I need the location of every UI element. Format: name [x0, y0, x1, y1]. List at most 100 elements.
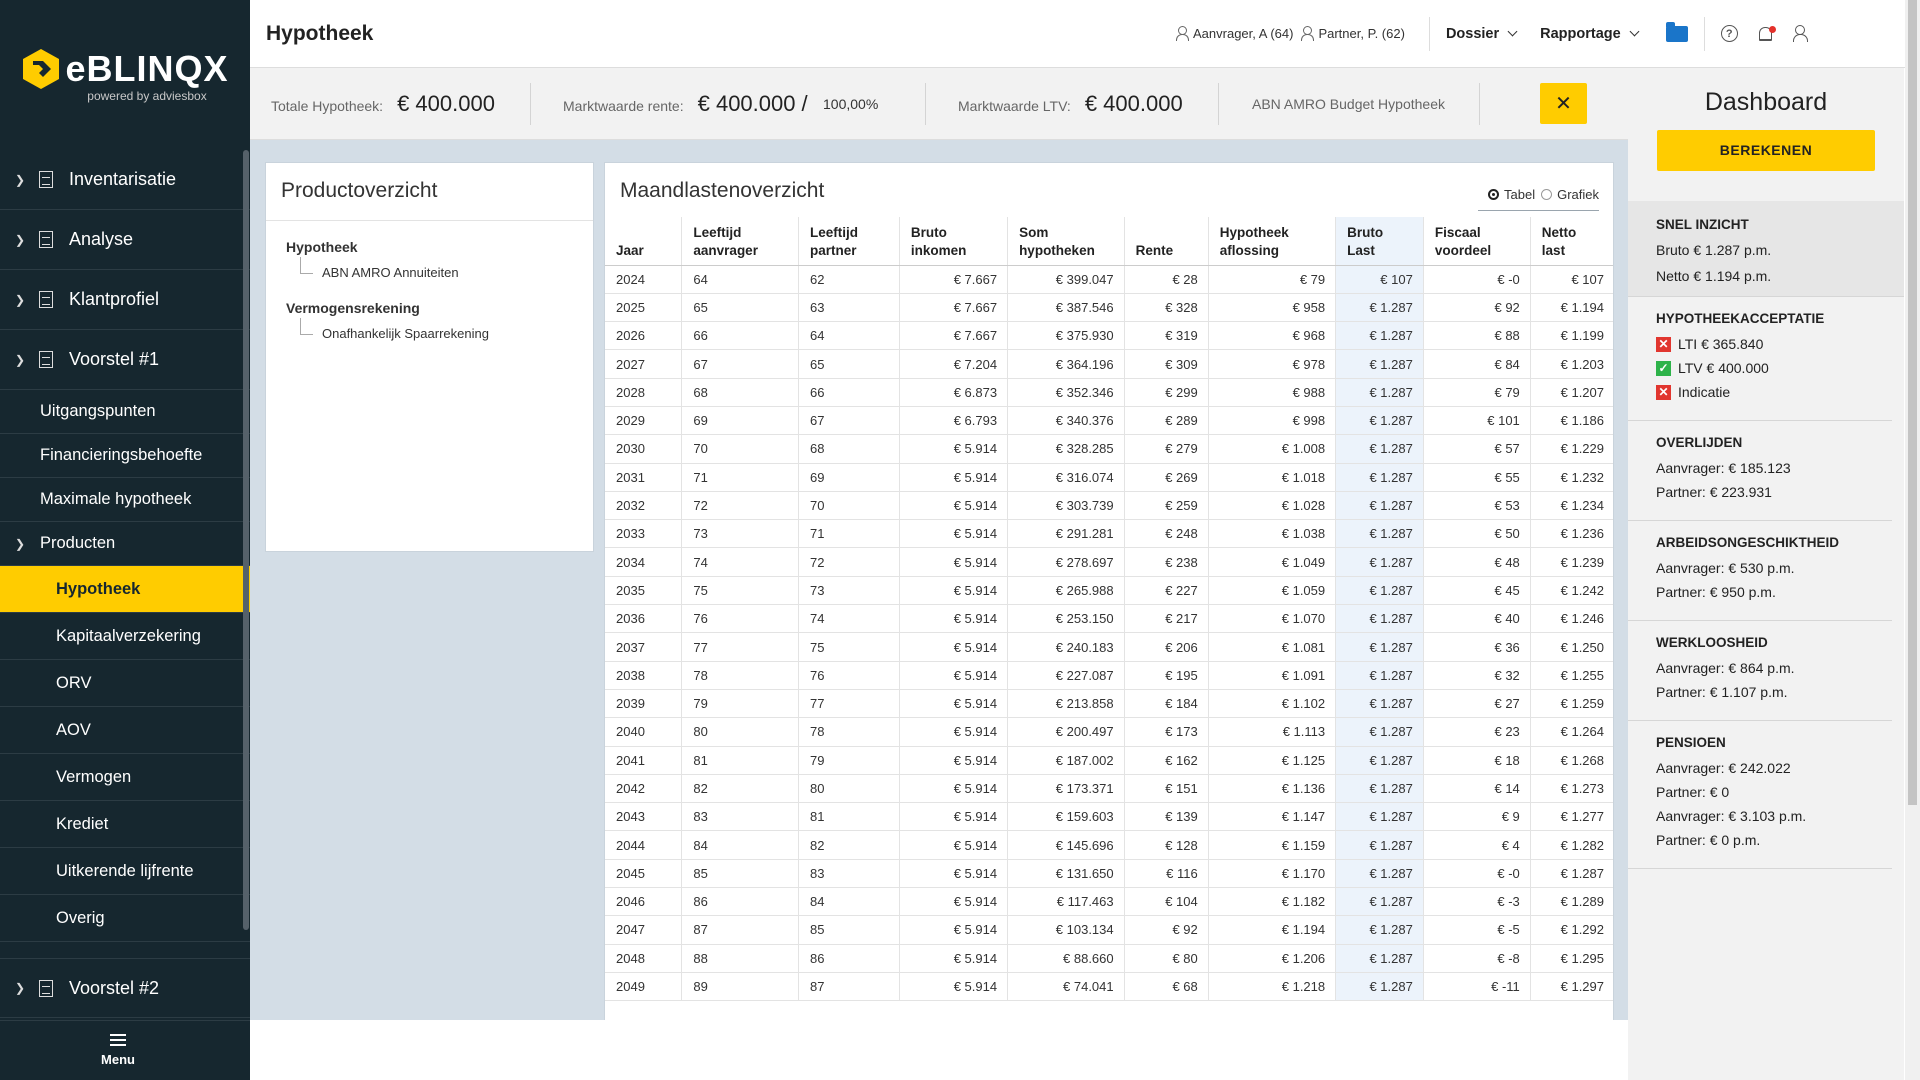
sidebar-item-voorstel-2[interactable]: ❯ Voorstel #2 [0, 958, 250, 1018]
table-cell: 82 [798, 830, 900, 860]
sidebar-product-hypotheek[interactable]: Hypotheek [0, 566, 250, 613]
sidebar-product-aov[interactable]: AOV [0, 707, 250, 754]
table-cell: € 5.914 [899, 661, 1009, 690]
menu-button[interactable]: Menu [0, 1020, 250, 1080]
table-cell: € 159.603 [1007, 802, 1125, 832]
column-header-label: Bruto [1347, 224, 1384, 240]
close-button[interactable]: ✕ [1540, 83, 1587, 124]
radio-tabel[interactable] [1488, 189, 1500, 200]
column-header-label: Bruto [910, 224, 947, 240]
table-cell: 65 [681, 293, 799, 323]
table-cell: 64 [798, 321, 900, 351]
sidebar-item-financieringsbehoefte[interactable]: Financieringsbehoefte [0, 434, 250, 478]
table-cell: € 1.018 [1208, 463, 1337, 492]
table-cell: € 5.914 [899, 519, 1009, 549]
berekenen-button[interactable]: BEREKENEN [1657, 130, 1875, 171]
table-cell: € 1.287 [1335, 547, 1424, 577]
column-header[interactable]: Hypotheek aflossing [1208, 217, 1337, 266]
table-row: 2046 86 84 € 5.914 € 117.463 € 104 € 1.182 € 1.… [605, 887, 1613, 917]
pensioen-line: Partner: € 0 [1656, 784, 1730, 800]
table-cell: € 1.008 [1208, 434, 1337, 464]
column-header[interactable]: Leeftijd partner [798, 217, 900, 266]
table-cell: 2036 [605, 604, 683, 634]
column-header[interactable]: Rente [1124, 217, 1209, 266]
tree-item-abn-amro-annuiteiten[interactable]: ABN AMRO Annuiteiten [266, 257, 593, 280]
column-header[interactable]: Bruto inkomen [899, 217, 1009, 266]
radio-grafiek-label[interactable]: Grafiek [1557, 187, 1599, 202]
table-cell: € 5.914 [899, 689, 1009, 719]
sidebar-item-maximale-hypotheek[interactable]: Maximale hypotheek [0, 478, 250, 522]
table-cell: € 269 [1124, 463, 1209, 492]
sidebar-section-klantprofiel[interactable]: ❯ Klantprofiel [0, 270, 250, 330]
sidebar-product-orv[interactable]: ORV [0, 660, 250, 707]
dossier-dropdown[interactable]: Dossier [1446, 26, 1518, 42]
divider [1428, 16, 1430, 51]
sidebar-section-inventarisatie[interactable]: ❯ Inventarisatie [0, 150, 250, 210]
check-icon: ✓ [1656, 360, 1671, 376]
table-cell: € 1.081 [1208, 632, 1337, 662]
document-icon [39, 171, 53, 188]
help-icon[interactable]: ? [1720, 25, 1738, 42]
sidebar-section-voorstel-1[interactable]: ❯ Voorstel #1 [0, 330, 250, 390]
column-header[interactable]: Bruto Last [1335, 217, 1424, 266]
table-cell: € 1.287 [1335, 944, 1424, 973]
column-header[interactable]: Som hypotheken [1007, 217, 1125, 266]
table-cell: € 1.259 [1530, 689, 1613, 719]
sidebar-product-uitkerende-lijfrente[interactable]: Uitkerende lijfrente [0, 848, 250, 895]
column-header[interactable]: Jaar [605, 217, 683, 266]
table-cell: € 1.028 [1208, 491, 1337, 521]
sidebar-product-krediet[interactable]: Krediet [0, 801, 250, 848]
table-cell: 69 [798, 463, 900, 492]
sidebar-item-producten[interactable]: ❯ Producten [0, 522, 250, 566]
overlijden-section: OVERLIJDEN Aanvrager: € 185.123 Partner: €… [1628, 421, 1892, 521]
tree-item-onafhankelijk-spaarrekening[interactable]: Onafhankelijk Spaarrekening [266, 318, 593, 341]
table-cell: € 399.047 [1007, 265, 1125, 294]
table-cell: 2028 [605, 378, 683, 407]
column-header[interactable]: Netto last [1530, 217, 1613, 266]
table-cell: 84 [798, 887, 900, 917]
table-cell: € 5.914 [899, 802, 1009, 832]
tree-group-vermogensrekening[interactable]: Vermogensrekening [266, 300, 593, 316]
sidebar-product-kapitaalverzekering[interactable]: Kapitaalverzekering [0, 613, 250, 660]
logo-mark-icon [21, 47, 61, 91]
column-header[interactable]: Leeftijd aanvrager [681, 217, 799, 266]
hypotheekacceptatie-section: HYPOTHEEKACCEPTATIE ✕ LTI € 365.840 ✓ LTV €… [1628, 297, 1892, 421]
productoverzicht-title: Productoverzicht [266, 163, 593, 221]
table-cell: € 7.667 [899, 321, 1009, 351]
sidebar-section-analyse[interactable]: ❯ Analyse [0, 210, 250, 270]
table-cell: € 103.134 [1007, 915, 1125, 945]
sidebar-product-overig[interactable]: Overig [0, 895, 250, 942]
tree-group-hypotheek[interactable]: Hypotheek [266, 239, 593, 255]
user-account-icon[interactable] [1792, 25, 1808, 42]
sidebar-item-label: Hypotheek [56, 579, 141, 598]
table-cell: € 14 [1423, 774, 1531, 804]
table-cell: 2033 [605, 519, 683, 549]
table-cell: € 84 [1423, 349, 1531, 379]
table-cell: 73 [681, 519, 799, 549]
sidebar: eBLINQX powered by adviesbox ❯ Inventaris… [0, 0, 250, 1080]
page-scrollbar-thumb[interactable] [1908, 0, 1917, 805]
table-cell: € 27 [1423, 689, 1531, 719]
sidebar-item-uitgangspunten[interactable]: Uitgangspunten [0, 390, 250, 434]
sidebar-scrollbar[interactable] [243, 150, 249, 930]
column-header-label: last [1541, 242, 1566, 258]
totale-hypotheek: Totale Hypotheek: € 400.000 [250, 91, 530, 117]
percentage-value: 100,00% [823, 95, 879, 112]
column-header[interactable]: Fiscaal voordeel [1423, 217, 1531, 266]
radio-grafiek[interactable] [1541, 189, 1553, 200]
sidebar-product-vermogen[interactable]: Vermogen [0, 754, 250, 801]
rapportage-dropdown[interactable]: Rapportage [1540, 26, 1640, 42]
table-cell: € 128 [1124, 830, 1209, 860]
table-cell: € 187.002 [1007, 746, 1125, 775]
table-cell: € 1.287 [1335, 519, 1424, 549]
notification-bell-icon[interactable] [1758, 25, 1776, 42]
folder-icon[interactable] [1665, 21, 1688, 42]
radio-tabel-label[interactable]: Tabel [1504, 187, 1535, 202]
top-bar: Hypotheek Aanvrager, A (64) Partner, P. … [250, 0, 1920, 68]
chevron-right-icon: ❯ [15, 352, 26, 367]
table-cell: € 173.371 [1007, 774, 1125, 804]
table-cell: € 988 [1208, 378, 1337, 407]
table-cell: € -0 [1423, 859, 1531, 889]
column-header-label: voordeel [1434, 242, 1492, 258]
table-cell: € 1.113 [1208, 717, 1337, 747]
